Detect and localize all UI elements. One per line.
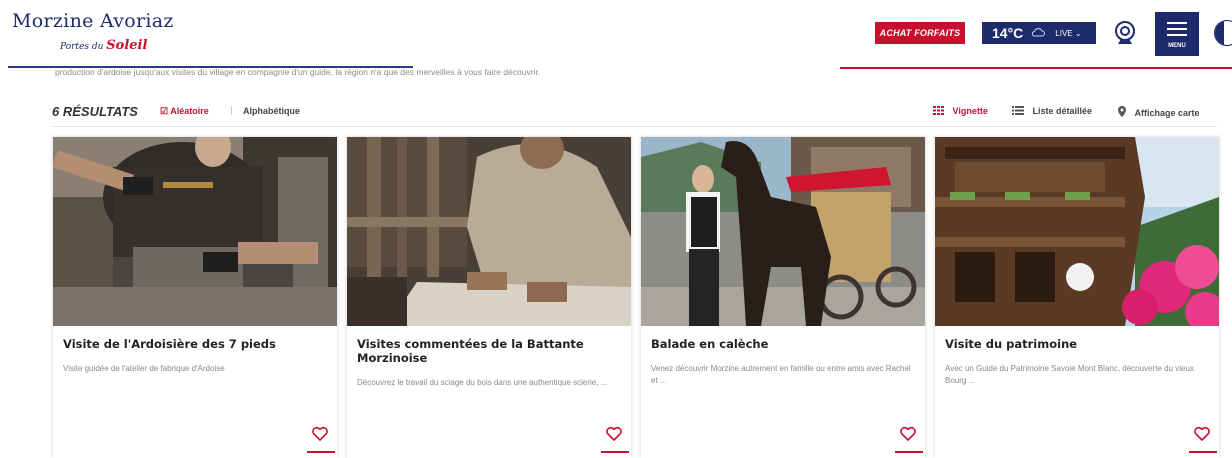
toolbar-divider bbox=[52, 126, 1217, 127]
favorite-heart-icon[interactable] bbox=[1193, 425, 1211, 443]
card-image-sawmill[interactable] bbox=[347, 137, 631, 326]
language-flag-icon[interactable] bbox=[1214, 20, 1232, 46]
card-title[interactable]: Visite de l'Ardoisière des 7 pieds bbox=[63, 337, 325, 351]
live-dropdown[interactable]: LIVE ⌄ bbox=[1055, 29, 1081, 38]
result-card[interactable]: Visites commentées de la Battante Morzin… bbox=[347, 137, 631, 458]
favorite-heart-icon[interactable] bbox=[605, 425, 623, 443]
grid-icon bbox=[933, 106, 947, 116]
card-title[interactable]: Balade en calèche bbox=[651, 337, 913, 351]
sort-random-option[interactable]: ☑ Aléatoire bbox=[160, 106, 209, 117]
menu-button[interactable]: MENU bbox=[1155, 12, 1199, 56]
map-pin-icon bbox=[1118, 106, 1129, 118]
card-description: Venez découvrir Morzine autrement en fam… bbox=[651, 364, 911, 385]
weather-temperature: 14°C bbox=[992, 25, 1024, 41]
result-card[interactable]: Visite du patrimoine Avec un Guide du Pa… bbox=[935, 137, 1219, 458]
card-title[interactable]: Visites commentées de la Battante Morzin… bbox=[357, 337, 619, 365]
view-map-option[interactable]: Affichage carte bbox=[1118, 106, 1200, 118]
sort-alphabetical-option[interactable]: Alphabétique bbox=[243, 106, 300, 116]
buy-passes-button[interactable]: ACHAT FORFAITS bbox=[875, 22, 965, 44]
weather-cloud-icon bbox=[1031, 26, 1046, 40]
card-description: Visite guidée de l'atelier de fabrique d… bbox=[63, 364, 225, 373]
results-toolbar: 6 RÉSULTATS ☑ Aléatoire | Alphabétique V… bbox=[0, 100, 1232, 124]
intro-text: production d'ardoise jusqu'aux visites d… bbox=[55, 67, 541, 77]
logo-subtitle: Portes du Soleil bbox=[60, 38, 148, 53]
webcam-icon[interactable] bbox=[1112, 20, 1138, 46]
card-image-horse-carriage[interactable] bbox=[641, 137, 925, 326]
view-list-option[interactable]: Liste détaillée bbox=[1012, 106, 1092, 116]
site-header: Morzine Avoriaz Portes du Soleil ACHAT F… bbox=[0, 0, 1232, 70]
checkbox-checked-icon: ☑ bbox=[160, 106, 169, 116]
result-card[interactable]: Visite de l'Ardoisière des 7 pieds Visit… bbox=[53, 137, 337, 458]
hamburger-icon bbox=[1167, 22, 1187, 40]
header-underline-right bbox=[840, 67, 1232, 69]
favorite-heart-icon[interactable] bbox=[311, 425, 329, 443]
site-logo[interactable]: Morzine Avoriaz Portes du Soleil bbox=[12, 10, 192, 60]
favorite-underline bbox=[895, 451, 923, 453]
results-count: 6 RÉSULTATS bbox=[52, 104, 138, 119]
list-icon bbox=[1012, 106, 1027, 116]
result-card[interactable]: Balade en calèche Venez découvrir Morzin… bbox=[641, 137, 925, 458]
view-grid-option[interactable]: Vignette bbox=[933, 106, 988, 116]
card-description: Découvrez le travail du sciage du bois d… bbox=[357, 378, 608, 387]
favorite-underline bbox=[307, 451, 335, 453]
favorite-underline bbox=[601, 451, 629, 453]
favorite-heart-icon[interactable] bbox=[899, 425, 917, 443]
card-title[interactable]: Visite du patrimoine bbox=[945, 337, 1207, 351]
sort-separator: | bbox=[230, 106, 234, 116]
weather-widget[interactable]: 14°C LIVE ⌄ bbox=[982, 22, 1096, 44]
card-description: Avec un Guide du Patrimoine Savoie Mont … bbox=[945, 364, 1194, 385]
card-image-slate-workshop[interactable] bbox=[53, 137, 337, 326]
card-image-chalet-flowers[interactable] bbox=[935, 137, 1219, 326]
favorite-underline bbox=[1189, 451, 1217, 453]
menu-label: MENU bbox=[1168, 43, 1186, 49]
logo-title: Morzine Avoriaz bbox=[12, 10, 174, 32]
